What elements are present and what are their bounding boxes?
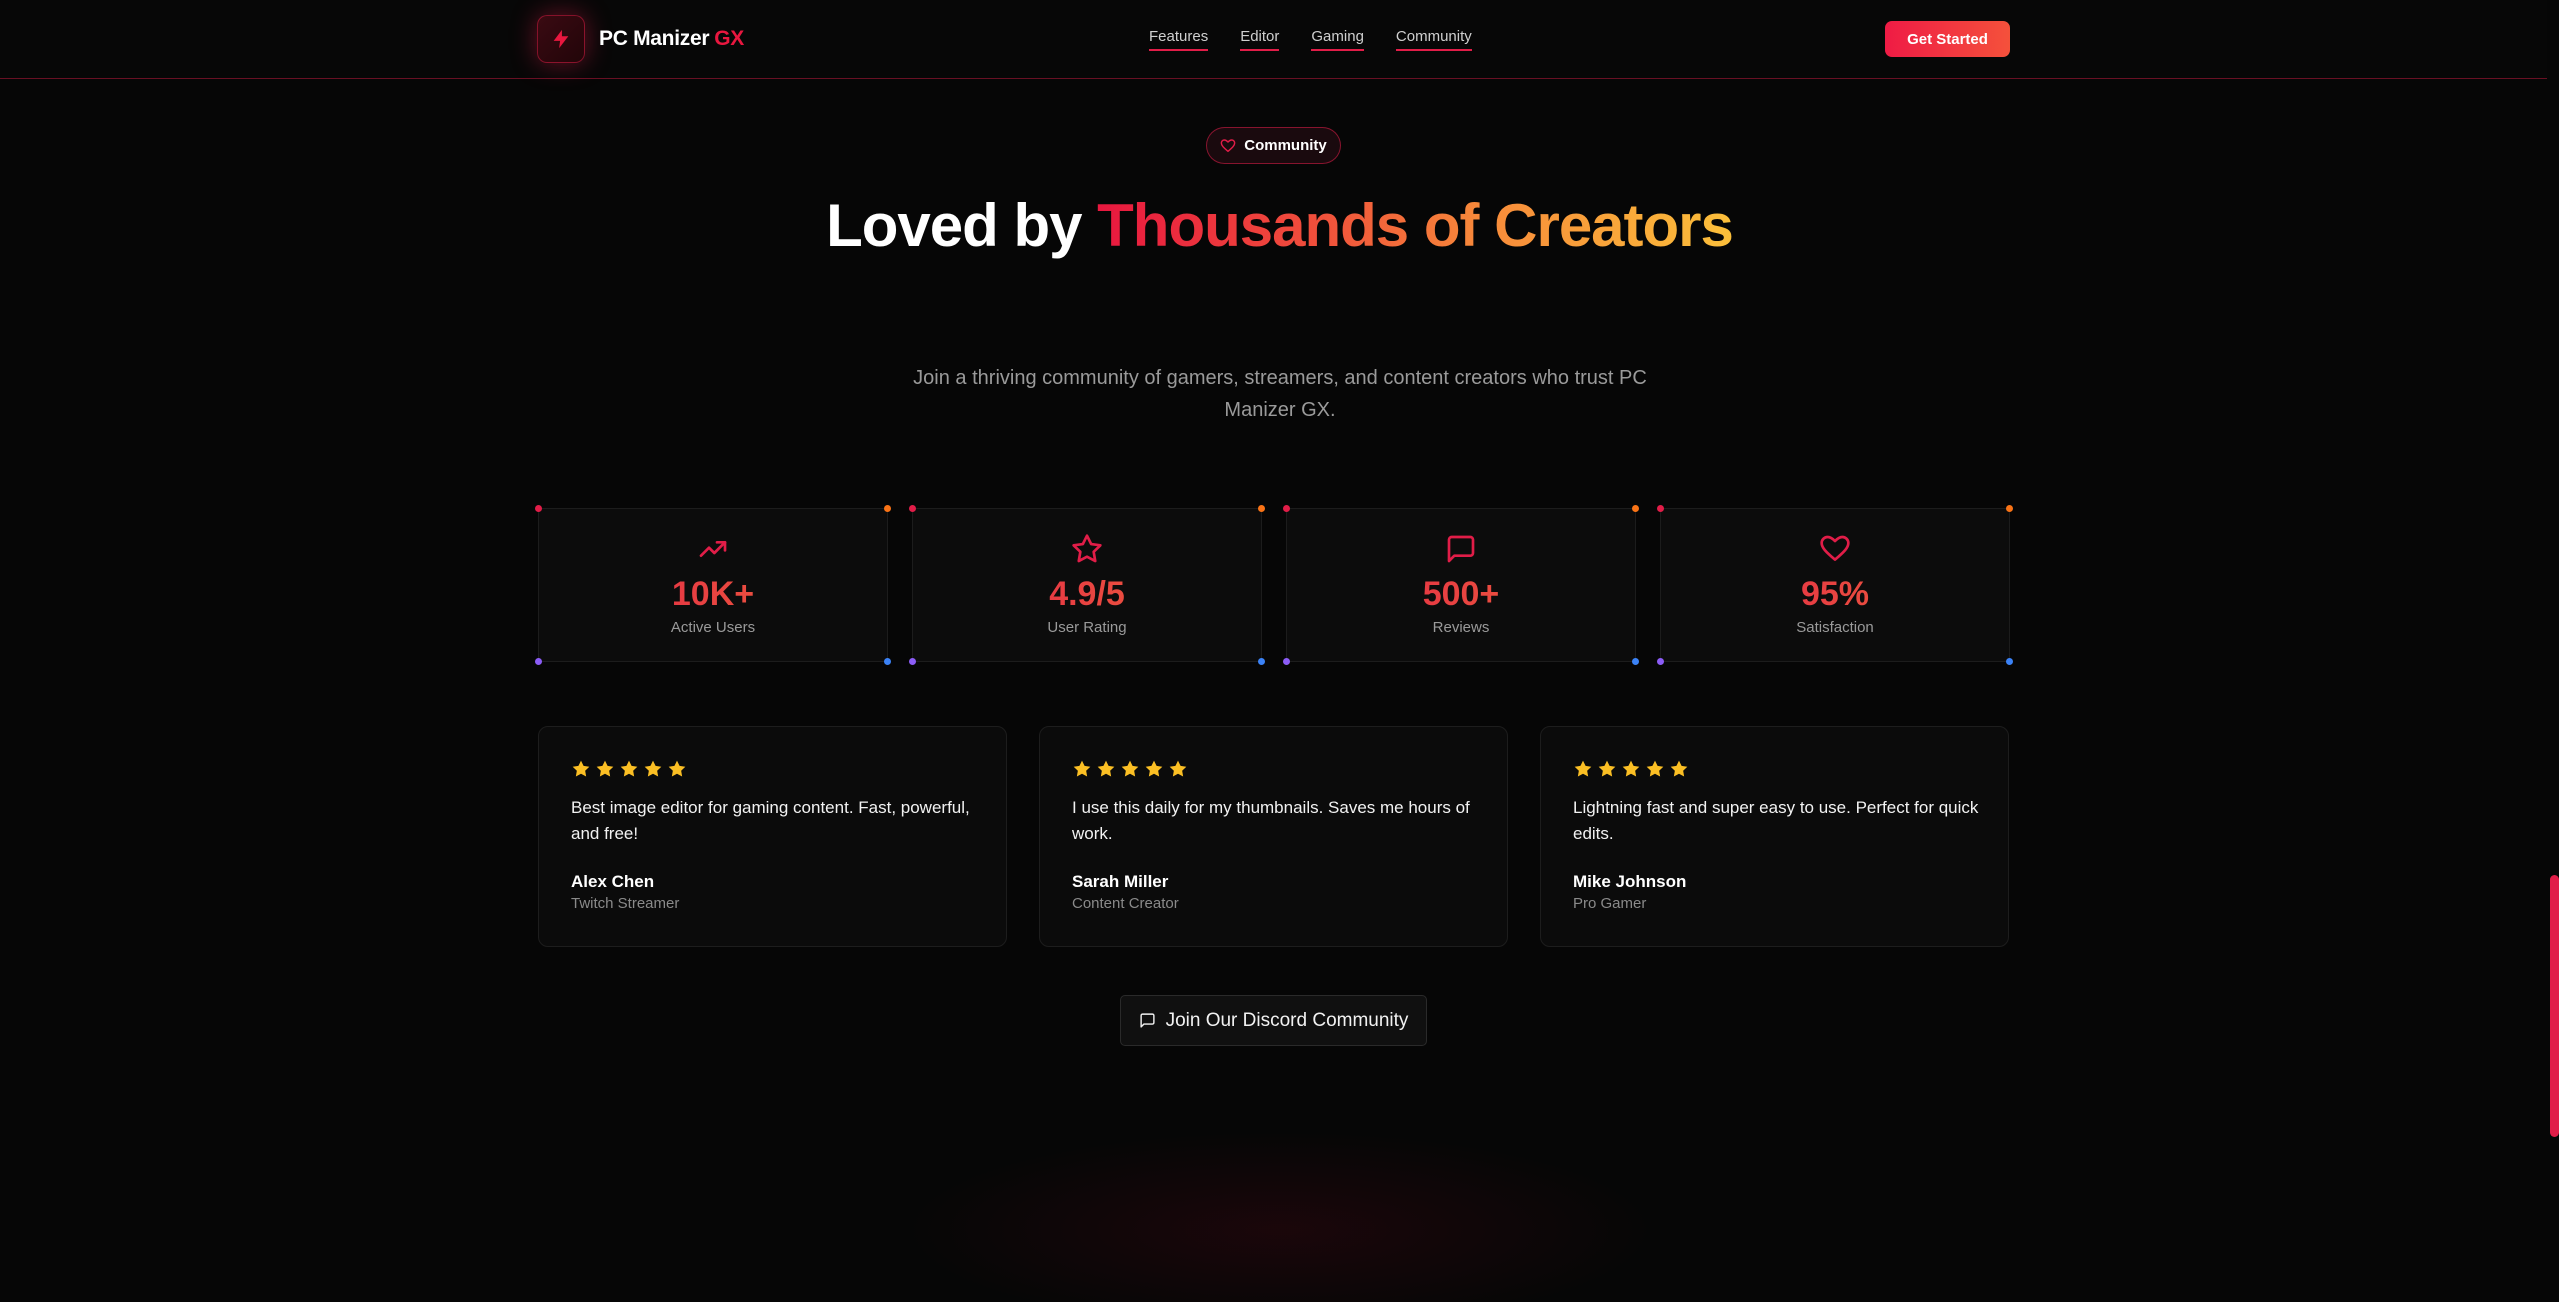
background-glow: [900, 1130, 1660, 1302]
star-icon: [620, 760, 638, 777]
rating-stars: [1072, 759, 1188, 779]
testimonial-card: Lightning fast and super easy to use. Pe…: [1540, 726, 2009, 947]
corner-dot: [1657, 658, 1664, 665]
testimonials: Best image editor for gaming content. Fa…: [538, 726, 2010, 947]
rating-stars: [571, 759, 687, 779]
star-icon: [644, 760, 662, 777]
corner-dot: [884, 505, 891, 512]
message-square-icon: [1139, 1013, 1155, 1028]
brand-accent: GX: [714, 27, 744, 50]
logo-icon: [537, 15, 585, 63]
stat-card-satisfaction: 95% Satisfaction: [1657, 505, 2013, 665]
star-icon: [1073, 760, 1091, 777]
subtitle: Join a thriving community of gamers, str…: [913, 367, 1647, 421]
stat-card-reviews: 500+ Reviews: [1283, 505, 1639, 665]
rating-stars: [1573, 759, 1689, 779]
nav-links: Features Editor Gaming Community: [1149, 28, 1472, 51]
brand-name: PC Manizer GX: [599, 27, 744, 50]
title-white-part: Loved by: [826, 192, 1082, 259]
stat-value: 10K+: [539, 575, 887, 614]
corner-dot: [1258, 658, 1265, 665]
corner-dot: [1283, 505, 1290, 512]
star-icon: [1097, 760, 1115, 777]
stat-card-active-users: 10K+ Active Users: [535, 505, 891, 665]
testimonial-quote: Lightning fast and super easy to use. Pe…: [1573, 798, 1979, 843]
star-icon: [668, 760, 686, 777]
star-icon: [1622, 760, 1640, 777]
corner-dot: [909, 658, 916, 665]
stat-value: 95%: [1661, 575, 2009, 614]
corner-dot: [1632, 505, 1639, 512]
nav-link-features[interactable]: Features: [1149, 28, 1209, 51]
author-name: Sarah Miller: [1072, 872, 1169, 891]
star-icon: [1670, 760, 1688, 777]
corner-dot: [909, 505, 916, 512]
message-square-icon: [1287, 533, 1635, 565]
author-name: Alex Chen: [571, 872, 655, 891]
brand[interactable]: PC Manizer GX: [537, 14, 744, 64]
stat-card-user-rating: 4.9/5 User Rating: [909, 505, 1265, 665]
star-icon: [913, 533, 1261, 565]
star-icon: [596, 760, 614, 777]
star-icon: [1598, 760, 1616, 777]
stat-label: Satisfaction: [1796, 619, 1874, 636]
author-role: Pro Gamer: [1573, 895, 1647, 912]
join-discord-button[interactable]: Join Our Discord Community: [1120, 995, 1427, 1046]
page-title: Loved by Thousands of Creators: [0, 188, 2559, 263]
community-badge: Community: [1206, 127, 1341, 164]
author-role: Twitch Streamer: [571, 895, 680, 912]
testimonial-card: I use this daily for my thumbnails. Save…: [1039, 726, 1508, 947]
corner-dot: [1657, 505, 1664, 512]
corner-dot: [1283, 658, 1290, 665]
star-icon: [1169, 760, 1187, 777]
title-gradient-part: Thousands of Creators: [1097, 192, 1734, 259]
author-name: Mike Johnson: [1573, 872, 1687, 891]
stats-grid: 10K+ Active Users 4.9/5 User Rating 500+…: [535, 505, 2013, 665]
corner-dot: [884, 658, 891, 665]
corner-dot: [2006, 658, 2013, 665]
star-icon: [1121, 760, 1139, 777]
stat-label: Active Users: [670, 619, 756, 636]
testimonial-quote: Best image editor for gaming content. Fa…: [571, 798, 970, 843]
get-started-button[interactable]: Get Started: [1885, 21, 2010, 57]
author-role: Content Creator: [1072, 895, 1179, 912]
stat-label: Reviews: [1432, 619, 1490, 636]
discord-button-label: Join Our Discord Community: [1165, 1009, 1409, 1031]
star-icon: [572, 760, 590, 777]
corner-dot: [1632, 658, 1639, 665]
nav-link-editor[interactable]: Editor: [1240, 28, 1280, 51]
star-icon: [1145, 760, 1163, 777]
scrollbar-thumb[interactable]: [2550, 875, 2559, 1137]
nav-link-gaming[interactable]: Gaming: [1311, 28, 1364, 51]
testimonial-quote: I use this daily for my thumbnails. Save…: [1072, 798, 1470, 843]
heart-icon: [1661, 533, 2009, 565]
nav-link-community[interactable]: Community: [1395, 28, 1472, 51]
heart-icon: [1220, 138, 1236, 152]
star-icon: [1574, 760, 1592, 777]
stat-value: 4.9/5: [913, 575, 1261, 614]
navbar: PC Manizer GX Features Editor Gaming Comm…: [0, 0, 2559, 79]
stat-label: User Rating: [1047, 619, 1127, 636]
stat-value: 500+: [1287, 575, 1635, 614]
testimonial-card: Best image editor for gaming content. Fa…: [538, 726, 1007, 947]
corner-dot: [1258, 505, 1265, 512]
corner-dot: [535, 505, 542, 512]
badge-label: Community: [1244, 137, 1327, 154]
star-icon: [1646, 760, 1664, 777]
corner-dot: [2006, 505, 2013, 512]
trending-up-icon: [539, 533, 887, 565]
corner-dot: [535, 658, 542, 665]
